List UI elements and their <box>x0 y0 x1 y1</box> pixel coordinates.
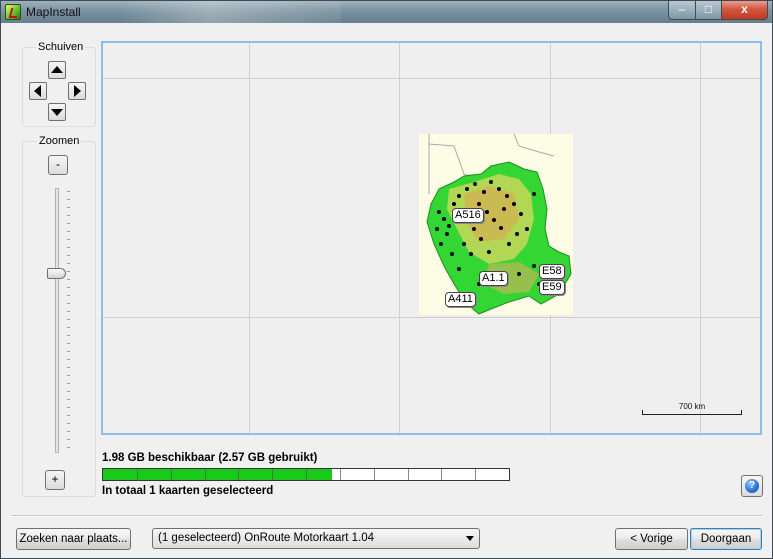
title-bar-glow <box>121 1 341 23</box>
storage-progress-segment <box>204 469 206 480</box>
zoom-label: Zoomen <box>37 135 82 147</box>
arrow-down-icon <box>51 109 63 116</box>
map-grid-line <box>249 43 250 433</box>
continue-button[interactable]: Doorgaan <box>690 528 762 550</box>
pan-down-button[interactable] <box>48 103 66 121</box>
close-button[interactable]: x <box>721 1 768 20</box>
title-bar[interactable]: MapInstall – □ x <box>1 1 772 23</box>
help-icon: ? <box>745 479 759 493</box>
pan-left-button[interactable] <box>29 82 47 100</box>
arrow-up-icon <box>51 66 63 73</box>
scale-line <box>642 410 742 415</box>
zoom-slider-track[interactable] <box>55 188 59 453</box>
road-label-a516: A516 <box>452 208 484 223</box>
storage-progress-segment <box>170 469 172 480</box>
map-grid-line <box>103 78 760 79</box>
app-icon <box>5 4 21 20</box>
road-label-a411: A411 <box>445 292 476 307</box>
storage-progress-segment <box>238 469 240 480</box>
storage-progress-segment <box>272 469 274 480</box>
back-button[interactable]: < Vorige <box>615 528 688 550</box>
pan-up-button[interactable] <box>48 61 66 79</box>
road-label-a1-1: A1.1 <box>479 271 508 286</box>
pan-right-button[interactable] <box>68 82 86 100</box>
pan-label: Schuiven <box>36 41 86 53</box>
storage-progress-segment <box>339 469 341 480</box>
map-grid-line <box>103 317 760 318</box>
selected-maps-text: In totaal 1 kaarten geselecteerd <box>102 485 274 497</box>
help-button[interactable]: ? <box>741 475 763 497</box>
footer-separator <box>11 515 763 517</box>
maximize-button[interactable]: □ <box>695 1 722 20</box>
map-product-select-value: (1 geselecteerd) OnRoute Motorkaart 1.04 <box>158 532 375 544</box>
storage-progress-segment <box>306 469 307 480</box>
map-product-select[interactable]: (1 geselecteerd) OnRoute Motorkaart 1.04 <box>152 528 480 549</box>
available-space-text: 1.98 GB beschikbaar (2.57 GB gebruikt) <box>102 452 318 464</box>
window-title: MapInstall <box>26 5 81 19</box>
chevron-down-icon <box>466 536 474 541</box>
map-border-line <box>513 133 555 157</box>
zoom-group <box>22 141 96 497</box>
storage-progress-segment <box>136 469 138 480</box>
map-grid-line <box>399 43 400 433</box>
storage-progress-segment <box>475 469 477 480</box>
map-view[interactable]: A516 A1.1 E58 E59 A411 700 km <box>101 41 762 435</box>
arrow-left-icon <box>34 85 41 97</box>
road-label-e59: E59 <box>539 280 565 295</box>
zoom-slider-ticks <box>67 191 70 449</box>
zoom-out-button[interactable]: - <box>48 155 68 175</box>
zoom-slider-thumb[interactable] <box>47 267 66 279</box>
storage-progress-segment <box>441 469 443 480</box>
storage-progress-segment <box>407 469 409 480</box>
map-tile: A516 A1.1 E58 E59 A411 <box>419 133 573 315</box>
storage-progress-bar <box>102 468 510 481</box>
road-label-e58: E58 <box>539 264 565 279</box>
map-grid-line <box>700 43 701 433</box>
search-place-button[interactable]: Zoeken naar plaats... <box>16 528 131 550</box>
mapinstall-window: MapInstall – □ x Schuiven Zoomen - + A51… <box>0 0 773 559</box>
minimize-button[interactable]: – <box>668 1 696 20</box>
storage-progress-segment <box>373 469 375 480</box>
arrow-right-icon <box>74 85 81 97</box>
zoom-in-button[interactable]: + <box>45 470 65 490</box>
map-scale-bar: 700 km <box>642 402 742 415</box>
